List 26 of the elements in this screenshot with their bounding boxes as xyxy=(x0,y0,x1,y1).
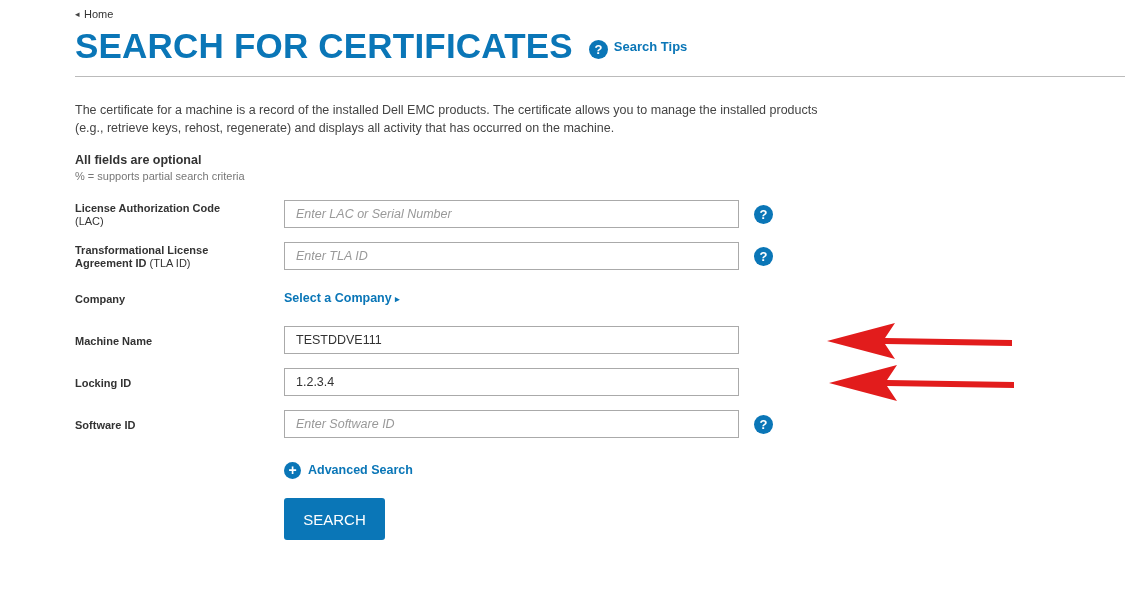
field-label: Company xyxy=(75,291,127,306)
optional-heading: All fields are optional xyxy=(75,153,203,167)
field-label: Locking ID xyxy=(75,375,133,390)
field-label: Machine Name xyxy=(75,333,154,348)
page-title: SEARCH FOR CERTIFICATES xyxy=(75,26,573,66)
partial-search-note: % = supports partial search criteria xyxy=(75,170,246,182)
home-link[interactable]: Home xyxy=(84,8,114,20)
help-icon[interactable]: ? xyxy=(754,246,773,266)
input-field[interactable]: Enter Software ID xyxy=(284,410,739,438)
back-caret-icon: ◂ xyxy=(75,9,80,19)
search-button[interactable]: SEARCH xyxy=(284,498,385,540)
advanced-search-link[interactable]: Advanced Search xyxy=(308,463,413,477)
plus-icon[interactable]: + xyxy=(284,461,301,479)
help-icon[interactable]: ? xyxy=(754,414,773,434)
input-field[interactable]: Enter LAC or Serial Number xyxy=(284,200,739,228)
search-tips-link[interactable]: Search Tips xyxy=(613,38,688,54)
input-field[interactable]: Enter TLA ID xyxy=(284,242,739,270)
help-icon[interactable]: ? xyxy=(754,204,773,224)
field-label: License Authorization Code (LAC) xyxy=(75,201,222,228)
field-label: Transformational License Agreement ID (TLA ID) xyxy=(75,243,210,270)
field-label: Software ID xyxy=(75,417,137,432)
input-field[interactable]: 1.2.3.4 xyxy=(284,368,739,396)
input-field[interactable]: TESTDDVE111 xyxy=(284,326,739,354)
select-company-link[interactable]: Select a Company ▸ xyxy=(284,291,401,305)
intro-paragraph: The certificate for a machine is a record of the installed Dell EMC products. The certificate allows you to manage the installed products (e.g., retrieve keys, rehost, regenerate) and displays all activity that has occurred on the machine. xyxy=(75,102,819,137)
help-icon: ? xyxy=(588,39,608,59)
